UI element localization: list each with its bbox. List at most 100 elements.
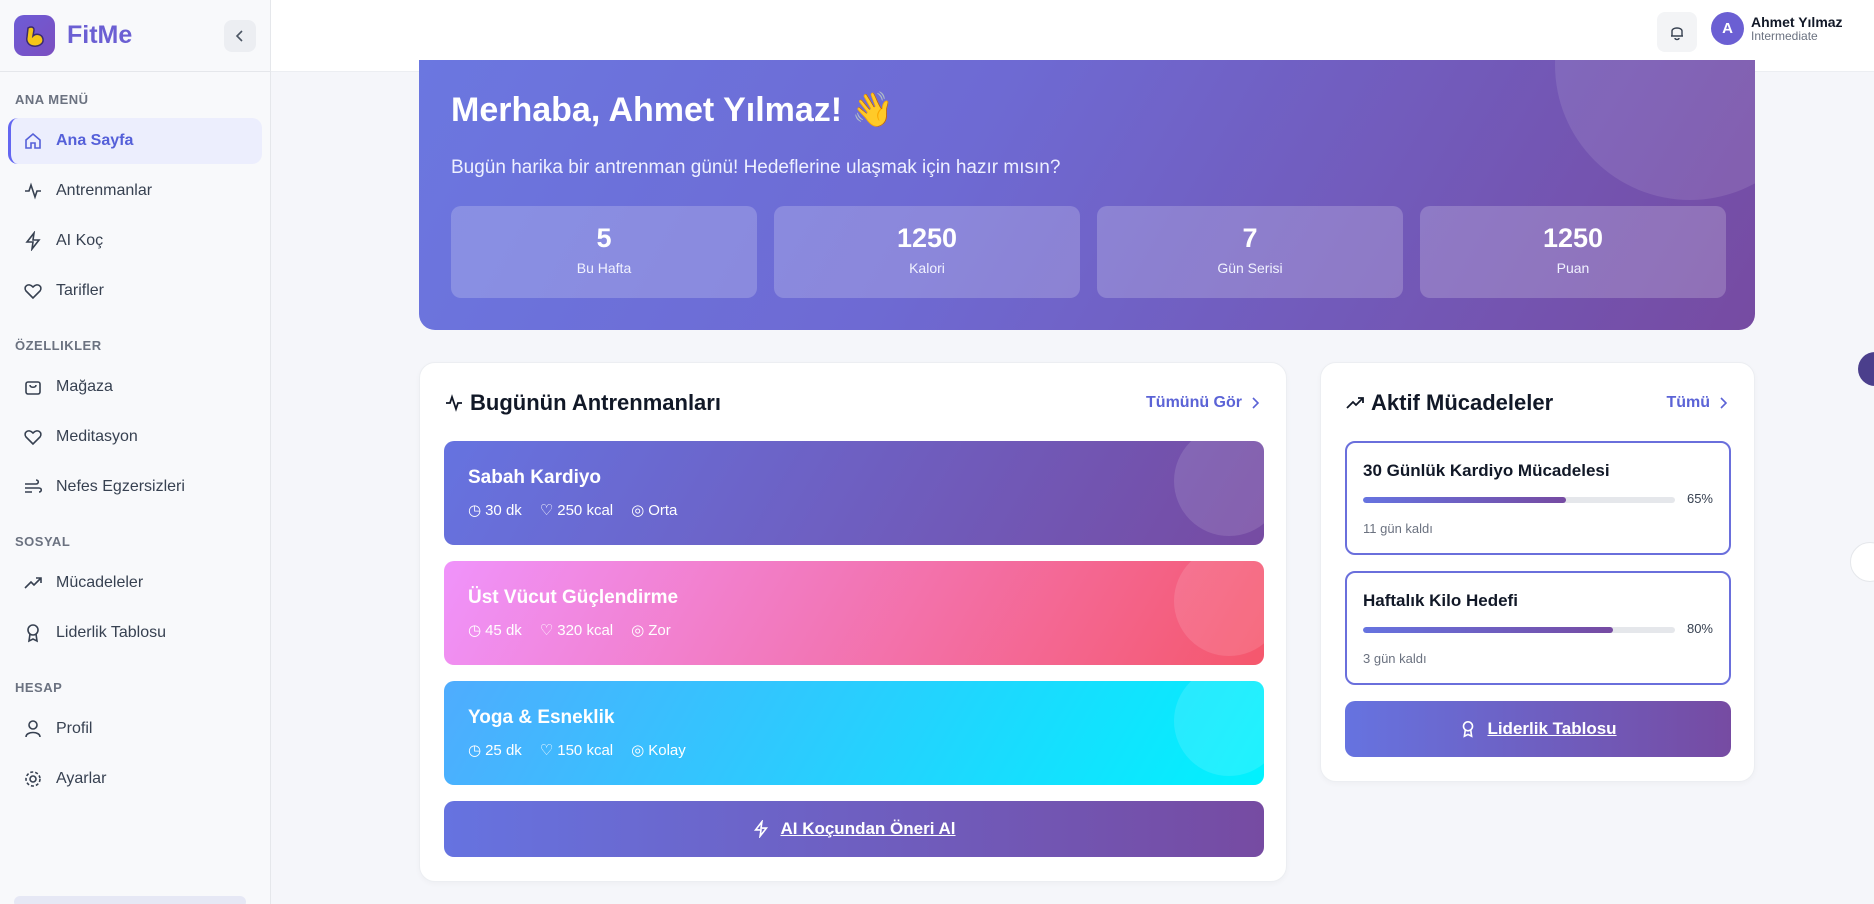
sidebar-item-label: AI Koç [56, 232, 104, 249]
avatar: A [1711, 12, 1744, 45]
leaderboard-button[interactable]: Liderlik Tablosu [1345, 701, 1731, 757]
stat-value: 1250 [1542, 223, 1604, 253]
sidebar-item-meditation[interactable]: Meditasyon [8, 414, 262, 460]
target-icon: ◎ [631, 502, 645, 519]
sidebar-item-settings[interactable]: Ayarlar [8, 756, 262, 802]
user-menu[interactable]: A Ahmet Yılmaz Intermediate [1711, 12, 1843, 45]
progress-fill [1363, 627, 1613, 633]
sidebar-footer [14, 896, 246, 904]
challenge-card[interactable]: Haftalık Kilo Hedefi 80% 3 gün kaldı [1345, 571, 1731, 685]
bell-icon [1671, 27, 1683, 41]
decorative-circle [1174, 441, 1264, 536]
see-all-challenges-link[interactable]: Tümü [1666, 394, 1730, 412]
sidebar-item-label: Tarifler [56, 282, 105, 299]
workout-card[interactable]: Yoga & Esneklik ◷ 25 dk ♡ 150 kcal ◎ Kolay [444, 681, 1264, 785]
clock-icon: ◷ [468, 622, 482, 639]
stat-label: Puan [1556, 260, 1590, 276]
lightning-icon [754, 820, 769, 838]
sidebar-item-profile[interactable]: Profil [8, 706, 262, 752]
section-title-features: ÖZELLIKLER [15, 338, 102, 353]
trending-up-icon [22, 572, 44, 594]
days-remaining: 3 gün kaldı [1363, 651, 1427, 666]
stat-value: 5 [596, 223, 612, 253]
chevron-right-icon [1252, 397, 1260, 409]
button-label: Liderlik Tablosu [1487, 719, 1617, 738]
decorative-circle [1555, 60, 1755, 200]
sidebar-item-label: Mağaza [56, 378, 113, 395]
sidebar-item-recipes[interactable]: Tarifler [8, 268, 262, 314]
workout-card[interactable]: Sabah Kardiyo ◷ 30 dk ♡ 250 kcal ◎ Orta [444, 441, 1264, 545]
sidebar-item-label: Profil [56, 720, 93, 737]
trending-up-icon [1346, 397, 1364, 409]
activity-icon [22, 180, 44, 202]
logo [14, 15, 55, 56]
floating-widget-button[interactable] [1858, 352, 1874, 386]
progress-fill [1363, 497, 1566, 503]
sidebar-item-label: Ayarlar [56, 770, 107, 787]
chat-widget-button[interactable] [1850, 542, 1874, 582]
sidebar-item-breathing[interactable]: Nefes Egzersizleri [8, 464, 262, 510]
sidebar-item-label: Ana Sayfa [56, 132, 134, 149]
heart-icon [22, 426, 44, 448]
workout-name: Üst Vücut Güçlendirme [468, 587, 679, 608]
section-title-social: SOSYAL [15, 534, 71, 549]
sidebar-item-ai-coach[interactable]: AI Koç [8, 218, 262, 264]
progress-bar [1363, 497, 1675, 503]
lightning-icon [22, 230, 44, 252]
sidebar-item-store[interactable]: Mağaza [8, 364, 262, 410]
stat-card-calories: 1250 Kalori [774, 206, 1080, 298]
chevron-right-icon [1720, 397, 1728, 409]
stats-row: 5 Bu Hafta 1250 Kalori 7 Gün Serisi 1250… [451, 206, 1726, 298]
award-icon [1463, 720, 1474, 738]
decorative-circle [1174, 681, 1264, 776]
app-name: FitMe [67, 21, 133, 49]
sidebar-item-label: Antrenmanlar [56, 182, 153, 199]
sidebar-item-label: Liderlik Tablosu [56, 624, 166, 641]
sidebar-item-leaderboard[interactable]: Liderlik Tablosu [8, 610, 262, 656]
sidebar-item-home[interactable]: Ana Sayfa [8, 118, 262, 164]
stat-value: 1250 [896, 223, 958, 253]
heart-icon: ♡ [539, 622, 554, 639]
stat-card-points: 1250 Puan [1420, 206, 1726, 298]
section-title-account: HESAP [15, 680, 63, 695]
brand: FitMe [0, 0, 270, 72]
workout-name: Yoga & Esneklik [468, 707, 615, 728]
sidebar-item-workouts[interactable]: Antrenmanlar [8, 168, 262, 214]
collapse-sidebar-button[interactable] [224, 19, 256, 52]
target-icon: ◎ [631, 742, 645, 759]
active-challenges-card: Aktif Mücadeleler Tümü 30 Günlük Kardiyo… [1320, 362, 1755, 782]
see-all-link[interactable]: Tümünü Gör [1146, 394, 1262, 412]
activity-icon [446, 394, 462, 412]
progress-percent: 80% [1686, 621, 1713, 636]
gear-icon [22, 768, 44, 790]
days-remaining: 11 gün kaldı [1363, 521, 1433, 536]
shopping-bag-icon [22, 376, 44, 398]
decorative-circle [1174, 561, 1264, 656]
stat-label: Kalori [909, 260, 945, 276]
flexed-arm-icon [25, 25, 44, 47]
sidebar-item-label: Meditasyon [56, 428, 138, 445]
notifications-button[interactable] [1657, 12, 1697, 52]
heart-icon: ♡ [539, 502, 554, 519]
workout-duration: 25 dk [485, 741, 522, 759]
stat-label: Gün Serisi [1217, 260, 1283, 276]
clock-icon: ◷ [468, 502, 482, 519]
welcome-subtitle: Bugün harika bir antrenman günü! Hedefle… [451, 157, 1061, 178]
user-icon [22, 718, 44, 740]
ai-coach-suggestion-button[interactable]: AI Koçundan Öneri Al [444, 801, 1264, 857]
workout-card[interactable]: Üst Vücut Güçlendirme ◷ 45 dk ♡ 320 kcal ◎… [444, 561, 1264, 665]
workout-calories: 320 kcal [557, 621, 614, 639]
workout-calories: 250 kcal [557, 501, 614, 519]
challenge-card[interactable]: 30 Günlük Kardiyo Mücadelesi 65% 11 gün … [1345, 441, 1731, 555]
workout-calories: 150 kcal [557, 741, 614, 759]
sidebar-item-challenges[interactable]: Mücadeleler [8, 560, 262, 606]
link-label: Tümü [1666, 394, 1710, 411]
user-level: Intermediate [1751, 28, 1818, 43]
home-icon [22, 130, 44, 152]
workout-duration: 45 dk [485, 621, 522, 639]
stat-card-week: 5 Bu Hafta [451, 206, 757, 298]
workout-level: Zor [648, 621, 671, 639]
welcome-title: Merhaba, Ahmet Yılmaz! 👋 [451, 91, 894, 129]
progress-bar [1363, 627, 1675, 633]
sidebar-item-label: Mücadeleler [56, 574, 144, 591]
